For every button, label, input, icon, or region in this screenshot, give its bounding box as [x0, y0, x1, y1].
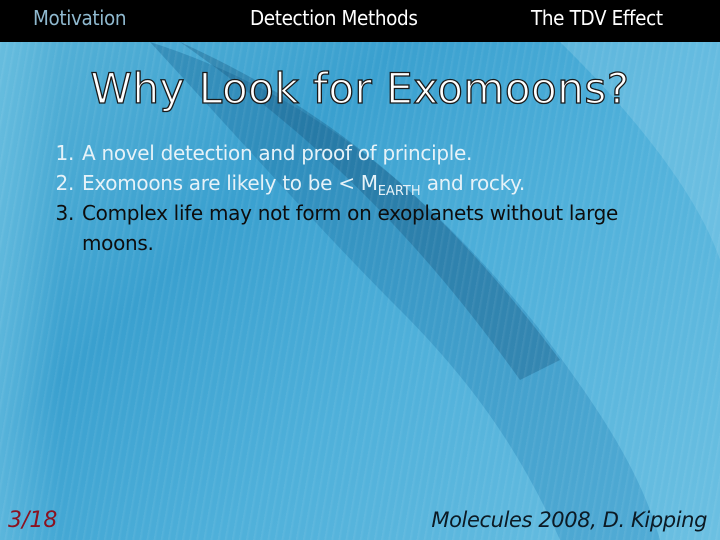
nav-bar: Motivation Detection Methods The TDV Eff… — [0, 0, 720, 42]
footer-credit: Molecules 2008, D. Kipping — [431, 508, 707, 532]
list-item: 2. Exomoons are likely to be < MEARTH an… — [14, 168, 704, 198]
slide: Motivation Detection Methods The TDV Eff… — [0, 0, 720, 540]
list-text-after: and rocky. — [420, 171, 526, 195]
list-number: 3. — [55, 201, 75, 225]
slide-title: Why Look for Exomoons? — [90, 63, 630, 113]
nav-item-detection-methods[interactable]: Detection Methods — [250, 6, 418, 30]
list-item: 3. Complex life may not form on exoplane… — [14, 198, 704, 258]
list-number: 2. — [55, 171, 75, 195]
list-text: Complex life may not form on exoplanets … — [82, 201, 619, 225]
list-item: 1. A novel detection and proof of princi… — [14, 138, 704, 168]
list-text: A novel detection and proof of principle… — [82, 141, 473, 165]
bullet-list: 1. A novel detection and proof of princi… — [14, 138, 704, 258]
page-number: 3/18 — [8, 508, 58, 533]
list-text-continued: moons. — [82, 231, 154, 255]
subscript-earth: EARTH — [377, 184, 421, 199]
list-number: 1. — [55, 141, 75, 165]
nav-item-motivation[interactable]: Motivation — [33, 6, 127, 30]
nav-item-tdv-effect[interactable]: The TDV Effect — [531, 6, 663, 30]
list-text: Exomoons are likely to be < M — [82, 171, 378, 195]
